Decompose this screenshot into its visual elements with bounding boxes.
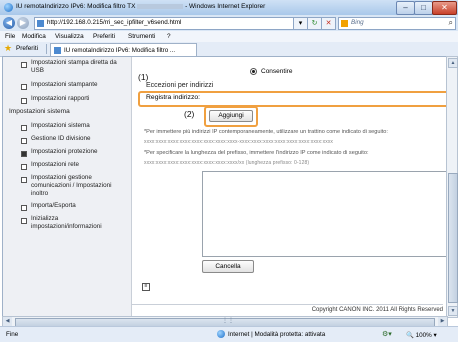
note-prefix: *Per specificare la lunghezza del prefis… [144,150,369,156]
page-icon [54,47,61,54]
scroll-grip-icon: ⋮⋮ [222,318,234,324]
bullet-icon [21,205,27,211]
note-range: *Per immettere più indirizzi IP contempo… [144,129,388,135]
refresh-button[interactable]: ↻ [307,17,322,30]
zoom-level[interactable]: 🔍 100% ▾ [406,331,437,339]
scroll-right-icon[interactable]: ▶ [438,317,447,326]
close-button[interactable]: ✕ [432,1,457,15]
address-list-textarea[interactable] [202,171,447,257]
status-bar: Fine Internet | Modalità protetta: attiv… [0,326,458,342]
sidebar: Impostazioni stampa diretta da USB Impos… [3,57,132,317]
stop-button[interactable]: ✕ [321,17,336,30]
delete-button[interactable]: Cancella [202,260,254,273]
callout-1: (1) [138,72,149,82]
policy-option[interactable]: Consentire [250,68,292,75]
bullet-icon [21,164,27,170]
add-button[interactable]: Aggiungi [209,110,253,122]
add-button-highlight: Aggiungi [204,106,258,127]
note-range-format: xxxx:xxxx:xxxx:xxxx:xxxx:xxxx:xxxx:xxxx-… [144,139,334,145]
vertical-scrollbar[interactable]: ▲ ▼ [446,56,458,318]
redacted-title-segment [137,3,184,9]
radio-selected-icon[interactable] [250,68,257,75]
bullet-icon [21,62,27,68]
note-prefix-format: xxxx:xxxx:xxxx:xxxx:xxxx:xxxx:xxxx:xxxx/… [144,160,310,166]
window-title-text: IU remotaIndirizzo IPv6: Modifica filtro… [16,3,136,10]
minimize-button[interactable]: – [396,1,415,15]
scroll-down-icon[interactable]: ▼ [448,306,458,316]
security-zone[interactable]: Internet | Modalità protetta: attivata [228,331,325,338]
menu-strumenti[interactable]: Strumenti [128,33,155,40]
window-title: IU remotaIndirizzo IPv6: Modifica filtro… [16,3,265,10]
forward-button[interactable]: ▶ [17,17,29,29]
bullet-icon [21,138,27,144]
back-button[interactable]: ◀ [3,17,15,29]
search-input[interactable]: Bing ⌕ [338,17,456,30]
scroll-up-icon[interactable]: ▲ [448,58,458,68]
window-title-app: - Windows Internet Explorer [185,3,266,10]
favorites-star-icon[interactable]: ★ [4,44,12,53]
status-text: Fine [6,331,19,338]
bullet-selected-icon [21,151,27,157]
list-icon[interactable]: ≡ [142,283,150,291]
bullet-icon [21,218,27,224]
window-title-bar: IU remotaIndirizzo IPv6: Modifica filtro… [0,0,458,16]
bullet-icon [21,84,27,90]
policy-value: Consentire [261,68,293,76]
bullet-icon [21,177,27,183]
protected-mode-icon[interactable]: ⚙▾ [382,330,392,338]
internet-explorer-icon [4,3,13,12]
maximize-button[interactable]: □ [414,1,433,15]
bing-icon [341,20,348,27]
tab-title: IU remotaIndirizzo IPv6: Modifica filtro… [64,47,176,54]
bullet-icon [21,98,27,104]
menu-bar: File Modifica Visualizza Preferiti Strum… [0,31,458,42]
scroll-thumb[interactable] [448,173,458,303]
main-content: Consentire (1) Eccezioni per indirizzi R… [132,57,447,317]
page-icon [37,20,44,27]
search-icon[interactable]: ⌕ [449,18,453,28]
globe-icon [217,330,225,338]
favorites-bar: ★ Preferiti IU remotaIndirizzo IPv6: Mod… [0,42,458,57]
menu-visualizza[interactable]: Visualizza [55,33,84,40]
menu-preferiti[interactable]: Preferiti [93,33,115,40]
sidebar-section-title: Impostazioni sistema [9,108,70,115]
menu-help[interactable]: ? [167,33,171,40]
bullet-icon [21,125,27,131]
menu-file[interactable]: File [5,33,15,40]
divider [46,44,47,54]
address-dropdown-button[interactable]: ▾ [293,17,308,30]
favorites-button[interactable]: Preferiti [16,45,38,52]
page-viewport: Impostazioni stampa diretta da USB Impos… [2,56,448,318]
url-input[interactable]: http://192.168.0.215/rri_sec_ipfilter_v6… [34,17,294,30]
address-bar: ◀ ▶ http://192.168.0.215/rri_sec_ipfilte… [0,15,458,31]
menu-modifica[interactable]: Modifica [22,33,46,40]
copyright-text: Copyright CANON INC. 2011 All Rights Res… [132,304,443,313]
url-text: http://192.168.0.215/rri_sec_ipfilter_v6… [47,19,182,26]
browser-tab[interactable]: IU remotaIndirizzo IPv6: Modifica filtro… [50,43,197,57]
search-placeholder: Bing [351,19,364,26]
register-address-label: Registra indirizzo: [146,94,201,101]
section-title: Eccezioni per indirizzi [146,82,214,89]
scroll-left-icon[interactable]: ◀ [3,317,12,326]
callout-2: (2) [184,109,195,119]
